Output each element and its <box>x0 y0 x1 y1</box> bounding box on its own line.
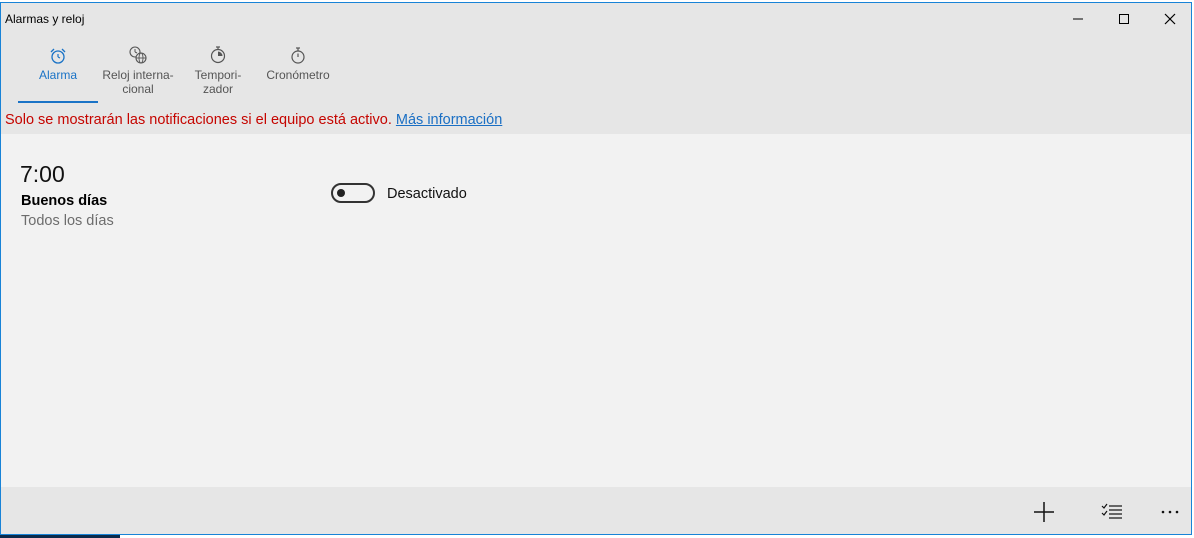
alarm-item[interactable]: 7:00 Buenos días Todos los días Desactiv… <box>1 134 1191 234</box>
maximize-icon <box>1119 14 1129 24</box>
alarm-time: 7:00 <box>20 161 65 187</box>
more-icon <box>1161 510 1179 513</box>
alarm-repeat-days: Todos los días <box>21 213 114 229</box>
more-options-button[interactable] <box>1148 487 1191 534</box>
command-bar <box>1 487 1191 534</box>
tab-world-clock[interactable]: Reloj interna- cional <box>100 43 176 103</box>
minimize-button[interactable] <box>1055 3 1101 35</box>
tab-label: Tempori- zador <box>194 68 242 96</box>
tab-stopwatch[interactable]: Cronómetro <box>260 43 336 103</box>
active-tab-indicator <box>18 101 98 103</box>
app-window: Alarmas y reloj Alarma Reloj interna- ci… <box>0 2 1192 535</box>
tab-timer[interactable]: Tempori- zador <box>188 43 248 103</box>
tab-label: Reloj interna- cional <box>102 68 174 96</box>
tab-label: Alarma <box>38 68 77 82</box>
stopwatch-icon <box>291 47 305 64</box>
maximize-button[interactable] <box>1101 3 1147 35</box>
tab-label: Cronómetro <box>266 68 330 82</box>
title-bar[interactable]: Alarmas y reloj <box>1 3 1191 35</box>
select-alarms-button[interactable] <box>1090 487 1134 534</box>
close-button[interactable] <box>1147 3 1191 35</box>
tab-header: Alarma Reloj interna- cional Tempori- za… <box>1 35 1191 134</box>
window-title: Alarmas y reloj <box>5 12 85 26</box>
add-icon <box>1034 501 1054 522</box>
add-alarm-button[interactable] <box>1022 487 1066 534</box>
world-clock-icon <box>129 46 147 64</box>
tab-alarm[interactable]: Alarma <box>18 43 98 103</box>
close-icon <box>1164 13 1176 25</box>
select-list-icon <box>1101 503 1122 519</box>
timer-icon <box>210 46 226 64</box>
toggle-knob <box>337 189 345 197</box>
minimize-icon <box>1073 18 1083 20</box>
alarm-name: Buenos días <box>21 193 108 209</box>
alarm-toggle[interactable] <box>331 183 375 203</box>
notice-text: Solo se mostrarán las notificaciones si … <box>5 112 392 128</box>
toggle-state-label: Desactivado <box>387 186 467 202</box>
alarm-clock-icon <box>50 48 66 64</box>
notification-warning: Solo se mostrarán las notificaciones si … <box>5 112 502 128</box>
more-info-link[interactable]: Más información <box>396 112 502 128</box>
